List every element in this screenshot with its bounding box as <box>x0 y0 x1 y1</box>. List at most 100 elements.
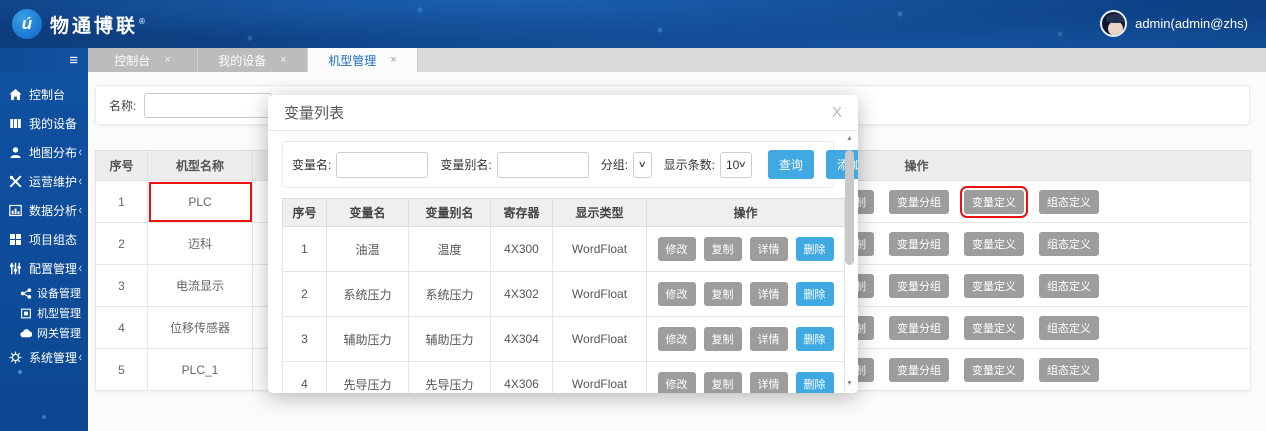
tab-控制台[interactable]: 控制台 × <box>88 48 198 72</box>
user-menu[interactable]: admin(admin@zhs) <box>1100 10 1248 37</box>
sidebar-item-label: 系统管理 <box>29 349 79 366</box>
page-size-label: 显示条数: <box>664 156 715 173</box>
model-action-组态定义[interactable]: 组态定义 <box>1039 274 1099 298</box>
page-size-select[interactable]: 10 ∨ <box>720 152 752 178</box>
model-action-变量定义[interactable]: 变量定义 <box>964 232 1024 256</box>
model-action-变量分组[interactable]: 变量分组 <box>889 232 949 256</box>
device-mgmt-icon <box>20 287 32 299</box>
sidebar-subitem-机型管理[interactable]: 机型管理 <box>0 303 88 323</box>
variable-row-alias: 辅助压力 <box>409 317 491 362</box>
name-filter-input[interactable] <box>144 93 272 118</box>
scroll-up-icon[interactable]: ▲ <box>846 135 853 143</box>
variable-row-alias: 系统压力 <box>409 272 491 317</box>
config-sliders-icon <box>9 262 23 275</box>
tab-close-icon[interactable]: × <box>280 54 286 66</box>
group-select[interactable]: ∨ <box>633 152 652 178</box>
variable-action-详情[interactable]: 详情 <box>750 372 788 393</box>
variable-table-row: 4先导压力先导压力4X306WordFloat修改复制详情删除 <box>283 362 845 394</box>
model-action-变量分组[interactable]: 变量分组 <box>889 274 949 298</box>
model-action-组态定义[interactable]: 组态定义 <box>1039 232 1099 256</box>
scrollbar-track[interactable] <box>845 143 854 380</box>
sidebar-item-配置管理[interactable]: 配置管理‹ <box>0 254 88 283</box>
sidebar-item-项目组态[interactable]: 项目组态 <box>0 225 88 254</box>
sidebar-item-控制台[interactable]: 控制台 <box>0 80 88 109</box>
variable-action-详情[interactable]: 详情 <box>750 327 788 351</box>
sidebar-item-label: 控制台 <box>29 86 82 103</box>
variable-action-删除[interactable]: 删除 <box>796 237 834 261</box>
model-action-组态定义[interactable]: 组态定义 <box>1039 190 1099 214</box>
variable-action-删除[interactable]: 删除 <box>796 372 834 393</box>
variable-table-header-变量名: 变量名 <box>327 199 409 227</box>
search-button[interactable]: 查询 <box>768 150 814 179</box>
model-action-变量分组[interactable]: 变量分组 <box>889 358 949 382</box>
sidebar-item-地图分布[interactable]: 地图分布‹ <box>0 138 88 167</box>
variable-alias-input[interactable] <box>497 152 589 178</box>
variable-action-详情[interactable]: 详情 <box>750 282 788 306</box>
model-action-变量分组[interactable]: 变量分组 <box>889 190 949 214</box>
model-action-组态定义[interactable]: 组态定义 <box>1039 358 1099 382</box>
user-avatar[interactable] <box>1100 10 1127 37</box>
variable-row-alias: 温度 <box>409 227 491 272</box>
model-action-变量分组[interactable]: 变量分组 <box>889 316 949 340</box>
variable-action-复制[interactable]: 复制 <box>704 237 742 261</box>
variable-row-no: 4 <box>283 362 327 394</box>
scrollbar-thumb[interactable] <box>845 150 854 265</box>
chevron-collapse-icon: ‹ <box>79 203 82 217</box>
sidebar-item-系统管理[interactable]: 系统管理‹ <box>0 343 88 372</box>
tab-close-icon[interactable]: × <box>164 54 170 66</box>
model-row-name: 电流显示 <box>148 265 253 307</box>
tab-close-icon[interactable]: × <box>390 54 396 66</box>
sidebar-subitem-label: 机型管理 <box>37 305 81 321</box>
modal-title: 变量列表 <box>284 102 344 123</box>
variable-action-复制[interactable]: 复制 <box>704 327 742 351</box>
model-action-变量定义[interactable]: 变量定义 <box>964 274 1024 298</box>
variable-row-no: 1 <box>283 227 327 272</box>
model-action-变量定义[interactable]: 变量定义 <box>964 316 1024 340</box>
modal-header: 变量列表 X <box>268 95 858 131</box>
variable-action-删除[interactable]: 删除 <box>796 282 834 306</box>
sidebar-item-运营维护[interactable]: 运营维护‹ <box>0 167 88 196</box>
variable-table-header-寄存器: 寄存器 <box>491 199 553 227</box>
tab-label: 控制台 <box>114 52 150 69</box>
variable-row-name: 油温 <box>327 227 409 272</box>
variable-action-详情[interactable]: 详情 <box>750 237 788 261</box>
variable-filter-bar: 变量名: 变量别名: 分组: ∨ 显示条数: 10 ∨ 查询 添加 批量选择 <box>282 141 834 188</box>
chevron-collapse-icon: ‹ <box>79 174 82 188</box>
sidebar-subitem-设备管理[interactable]: 设备管理 <box>0 283 88 303</box>
model-row-name: 位移传感器 <box>148 307 253 349</box>
model-action-变量定义[interactable]: 变量定义 <box>964 190 1024 214</box>
variable-table-row: 1油温温度4X300WordFloat修改复制详情删除 <box>283 227 845 272</box>
tab-我的设备[interactable]: 我的设备× <box>198 48 308 72</box>
variable-action-复制[interactable]: 复制 <box>704 372 742 393</box>
variable-action-修改[interactable]: 修改 <box>658 327 696 351</box>
variable-row-actions: 修改复制详情删除 <box>647 362 845 394</box>
variable-action-删除[interactable]: 删除 <box>796 327 834 351</box>
model-action-组态定义[interactable]: 组态定义 <box>1039 316 1099 340</box>
sidebar-item-label: 数据分析 <box>29 202 79 219</box>
variable-action-修改[interactable]: 修改 <box>658 372 696 393</box>
map-person-icon <box>9 146 23 159</box>
variable-action-复制[interactable]: 复制 <box>704 282 742 306</box>
modal-close-icon[interactable]: X <box>832 104 842 121</box>
variable-action-修改[interactable]: 修改 <box>658 282 696 306</box>
scroll-down-icon[interactable]: ▼ <box>846 380 853 388</box>
sidebar-subitem-网关管理[interactable]: 网关管理 <box>0 323 88 343</box>
variable-row-display-type: WordFloat <box>553 317 647 362</box>
variable-name-input[interactable] <box>336 152 428 178</box>
sidebar-nav: 控制台我的设备地图分布‹运营维护‹数据分析‹项目组态配置管理‹设备管理机型管理网… <box>0 72 88 431</box>
hamburger-menu-icon[interactable]: ≡ <box>69 53 78 68</box>
brand-logo-icon: ú <box>12 9 42 39</box>
user-name: admin(admin@zhs) <box>1135 16 1248 31</box>
model-action-变量定义[interactable]: 变量定义 <box>964 358 1024 382</box>
brand-logo: ú 物通博联® <box>12 9 148 39</box>
variable-action-修改[interactable]: 修改 <box>658 237 696 261</box>
sidebar-item-我的设备[interactable]: 我的设备 <box>0 109 88 138</box>
modal-scrollbar[interactable]: ▲ ▼ <box>844 135 855 388</box>
variable-name-label: 变量名: <box>292 156 331 173</box>
sidebar-item-数据分析[interactable]: 数据分析‹ <box>0 196 88 225</box>
project-grid-icon <box>9 233 23 246</box>
tab-机型管理[interactable]: 机型管理× <box>308 48 418 72</box>
sidebar-subitem-label: 网关管理 <box>37 325 81 341</box>
chevron-collapse-icon: ‹ <box>79 261 82 275</box>
variable-row-no: 2 <box>283 272 327 317</box>
